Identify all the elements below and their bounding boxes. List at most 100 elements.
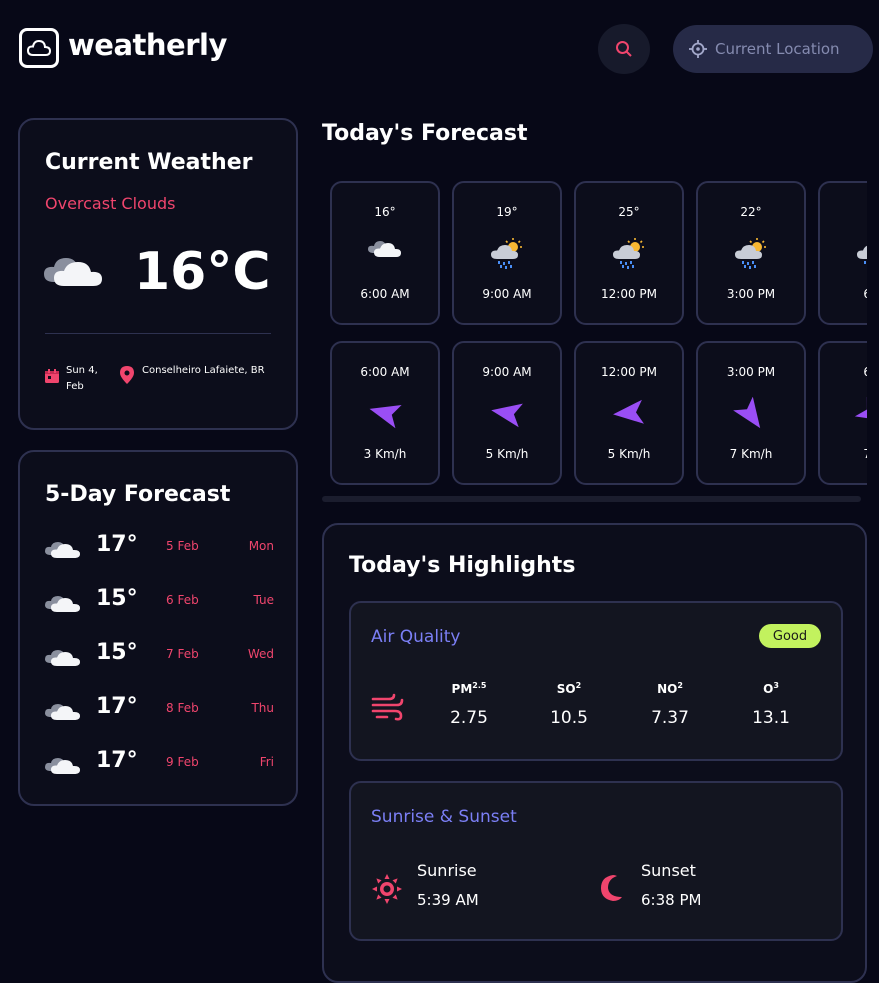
sun-rain-icon (698, 237, 804, 269)
hourly-time: 6:0 (820, 287, 867, 301)
divider (45, 333, 271, 334)
hourly-card: 25° 12:00 PM (574, 181, 684, 325)
wind-speed: 3 Km/h (363, 447, 407, 461)
wind-direction-icon (820, 397, 867, 429)
forecast-date: 7 Feb (166, 647, 199, 661)
hourly-temp: 16° (374, 205, 396, 219)
cloud-icon (44, 700, 82, 726)
wind-icon (371, 693, 405, 725)
sun-icon (371, 873, 403, 909)
search-button[interactable] (598, 24, 650, 74)
hourly-forecast-strip[interactable]: 16° 6:00 AM 19° 9:00 AM 25° 12:00 PM 22°… (322, 175, 867, 495)
hourly-card: 16° 6:00 AM (330, 181, 440, 325)
cloud-icon (44, 592, 82, 618)
moon-icon (595, 873, 623, 907)
hourly-time: 6:00 AM (360, 287, 410, 301)
forecast-date: 8 Feb (166, 701, 199, 715)
wind-time: 6:0 (820, 365, 867, 379)
five-day-title: 5-Day Forecast (45, 482, 231, 507)
sunrise-time: 5:39 AM (417, 891, 479, 909)
wind-card: 9:00 AM 5 Km/h (452, 341, 562, 485)
forecast-weekday: Wed (247, 647, 274, 661)
logo-icon (19, 28, 59, 68)
forecast-weekday: Mon (248, 539, 274, 553)
aq-metric-sub: 2 (575, 681, 582, 690)
sunrise-label: Sunrise (417, 861, 477, 880)
sunrise-sunset-title: Sunrise & Sunset (371, 807, 517, 827)
wind-time: 9:00 AM (482, 365, 532, 379)
current-location: Conselheiro Lafaiete, BR (142, 365, 265, 376)
sun-rain-icon (454, 237, 560, 269)
air-quality-badge: Good (759, 624, 821, 648)
aq-metric-sub: 3 (773, 681, 779, 690)
weather-description: Overcast Clouds (45, 194, 176, 213)
aq-metric-value: 7.37 (651, 708, 689, 728)
horizontal-scrollbar[interactable] (322, 496, 861, 502)
air-quality-title: Air Quality (371, 627, 461, 647)
sunset-time: 6:38 PM (641, 891, 702, 909)
aq-metric-key: O (763, 682, 774, 696)
current-date: Sun 4, Feb (66, 365, 98, 392)
sun-rain-icon (576, 237, 682, 269)
cloud-icon (44, 538, 82, 564)
forecast-temp: 17° (96, 694, 138, 719)
aq-metric: SO2 10.5 (539, 681, 599, 728)
hourly-card: 19° 9:00 AM (452, 181, 562, 325)
hourly-time: 3:00 PM (726, 287, 776, 301)
wind-direction-icon (332, 397, 438, 429)
crosshair-icon (689, 40, 707, 58)
wind-speed: 5 Km/h (607, 447, 651, 461)
forecast-weekday: Thu (251, 701, 274, 715)
search-icon (616, 41, 632, 57)
calendar-icon (44, 368, 60, 388)
hourly-time: 9:00 AM (482, 287, 532, 301)
wind-card: 12:00 PM 5 Km/h (574, 341, 684, 485)
current-location-button[interactable]: Current Location (673, 25, 873, 73)
aq-metric: PM2.5 2.75 (439, 681, 499, 728)
current-temperature: 16°C (134, 242, 271, 302)
aq-metric: NO2 7.37 (640, 681, 700, 728)
forecast-day-row: 17° 9 Feb Fri (44, 748, 274, 778)
cloud-icon (332, 237, 438, 259)
wind-direction-icon (576, 397, 682, 429)
forecast-weekday: Fri (259, 755, 274, 769)
forecast-day-row: 15° 6 Feb Tue (44, 586, 274, 616)
brand-name[interactable]: weatherly (68, 28, 227, 62)
todays-forecast-title: Today's Forecast (322, 121, 528, 146)
highlights-title: Today's Highlights (349, 553, 576, 578)
wind-time: 3:00 PM (726, 365, 776, 379)
aq-metric-key: NO (657, 682, 678, 696)
location-pin-icon (120, 366, 134, 388)
forecast-temp: 15° (96, 586, 138, 611)
aq-metric-sub: 2.5 (472, 681, 487, 690)
air-quality-panel: Air Quality Good PM2.5 2.75 SO2 10.5 NO2… (349, 601, 843, 761)
five-day-forecast-card: 5-Day Forecast 17° 5 Feb Mon 15° 6 Feb T… (18, 450, 298, 806)
forecast-date: 5 Feb (166, 539, 199, 553)
forecast-day-row: 17° 5 Feb Mon (44, 532, 274, 562)
wind-speed: 5 Km/h (485, 447, 529, 461)
aq-metric-sub: 2 (677, 681, 683, 690)
hourly-temp: 22° (740, 205, 762, 219)
aq-metric-key: PM (451, 682, 473, 696)
wind-direction-icon (454, 397, 560, 429)
forecast-day-row: 17° 8 Feb Thu (44, 694, 274, 724)
wind-direction-icon (698, 397, 804, 433)
hourly-temp: 25° (618, 205, 640, 219)
sunset-label: Sunset (641, 861, 696, 880)
hourly-time: 12:00 PM (601, 287, 657, 301)
wind-speed: 7 K (820, 447, 867, 461)
cloud-icon (44, 754, 82, 780)
hourly-card: 2 6:0 (818, 181, 867, 325)
todays-highlights-card: Today's Highlights Air Quality Good PM2.… (322, 523, 867, 983)
aq-metric-value: 13.1 (752, 708, 790, 728)
forecast-temp: 15° (96, 640, 138, 665)
forecast-temp: 17° (96, 748, 138, 773)
wind-speed: 7 Km/h (729, 447, 773, 461)
forecast-day-row: 15° 7 Feb Wed (44, 640, 274, 670)
aq-metric-value: 2.75 (450, 708, 488, 728)
forecast-date: 9 Feb (166, 755, 199, 769)
aq-metric-value: 10.5 (550, 708, 588, 728)
hourly-temp: 19° (496, 205, 518, 219)
cloud-icon (44, 646, 82, 672)
forecast-weekday: Tue (253, 593, 275, 607)
